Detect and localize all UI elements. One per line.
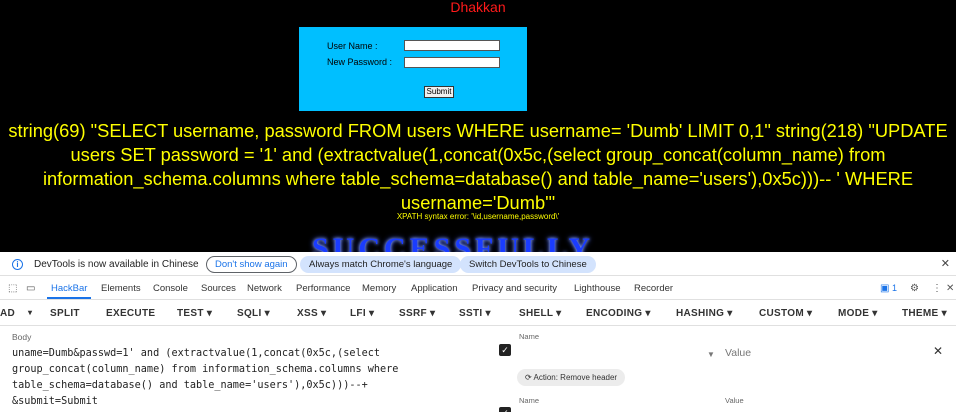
menu-encoding[interactable]: ENCODING ▾ bbox=[586, 308, 651, 319]
submit-button[interactable]: Submit bbox=[424, 86, 454, 98]
menu-sqli[interactable]: SQLI ▾ bbox=[237, 308, 270, 319]
xpath-error-message: XPATH syntax error: '\id,username,passwo… bbox=[396, 212, 560, 221]
tab-performance[interactable]: Performance bbox=[296, 283, 350, 294]
dont-show-again-button[interactable]: Don't show again bbox=[206, 256, 297, 273]
tab-lighthouse[interactable]: Lighthouse bbox=[574, 283, 620, 294]
action-remove-header-label: Action: Remove header bbox=[533, 373, 618, 382]
active-tab-indicator bbox=[47, 297, 91, 299]
close-icon[interactable]: ✕ bbox=[941, 257, 950, 270]
tab-elements[interactable]: Elements bbox=[101, 283, 141, 294]
menu-lfi[interactable]: LFI ▾ bbox=[350, 308, 374, 319]
site-title: Dhakkan bbox=[450, 0, 506, 15]
hackbar-menu: AD ▾ SPLIT EXECUTE TEST ▾ SQLI ▾ XSS ▾ L… bbox=[0, 302, 956, 326]
header-enable-checkbox[interactable]: ✓ bbox=[499, 344, 511, 356]
menu-ssrf[interactable]: SSRF ▾ bbox=[399, 308, 435, 319]
menu-split[interactable]: SPLIT bbox=[50, 308, 80, 319]
menu-hashing[interactable]: HASHING ▾ bbox=[676, 308, 733, 319]
menu-theme[interactable]: THEME ▾ bbox=[902, 308, 947, 319]
tab-sources[interactable]: Sources bbox=[201, 283, 236, 294]
tab-application[interactable]: Application bbox=[411, 283, 457, 294]
new-password-input[interactable] bbox=[404, 57, 500, 68]
menu-shell[interactable]: SHELL ▾ bbox=[519, 308, 562, 319]
always-match-language-button[interactable]: Always match Chrome's language bbox=[300, 256, 462, 273]
tab-memory[interactable]: Memory bbox=[362, 283, 396, 294]
action-remove-header-button[interactable]: ⟳ Action: Remove header bbox=[517, 369, 626, 386]
menu-test[interactable]: TEST ▾ bbox=[177, 308, 212, 319]
info-icon: i bbox=[12, 259, 23, 270]
header-name-label: Name bbox=[519, 332, 540, 341]
name-dropdown-chevron-icon[interactable]: ▼ bbox=[707, 350, 715, 359]
settings-gear-icon[interactable]: ⚙ bbox=[910, 283, 919, 294]
new-password-label: New Password : bbox=[327, 57, 393, 67]
devtools-panel: i DevTools is now available in Chinese D… bbox=[0, 252, 956, 412]
menu-xss[interactable]: XSS ▾ bbox=[297, 308, 326, 319]
header-value-input[interactable]: Value bbox=[725, 347, 751, 359]
switch-to-chinese-button[interactable]: Switch DevTools to Chinese bbox=[460, 256, 596, 273]
username-input[interactable] bbox=[404, 40, 500, 51]
inspect-element-icon[interactable]: ⬚ bbox=[8, 283, 17, 294]
menu-mode[interactable]: MODE ▾ bbox=[838, 308, 878, 319]
menu-custom[interactable]: CUSTOM ▾ bbox=[759, 308, 812, 319]
tab-hackbar[interactable]: HackBar bbox=[51, 283, 87, 294]
sql-debug-output: string(69) "SELECT username, password FR… bbox=[8, 120, 948, 213]
tab-recorder[interactable]: Recorder bbox=[634, 283, 673, 294]
login-form: User Name : New Password : Submit bbox=[299, 27, 527, 111]
success-banner: SUCCESSFULLY bbox=[312, 232, 594, 253]
body-label: Body bbox=[12, 332, 32, 342]
devtools-tab-bar: ⬚ ▭ HackBar Elements Console Sources Net… bbox=[0, 278, 956, 300]
menu-load[interactable]: AD bbox=[0, 308, 15, 319]
header-value-label-2: Value bbox=[725, 396, 744, 405]
language-notice-bar: i DevTools is now available in Chinese D… bbox=[0, 252, 956, 276]
menu-execute[interactable]: EXECUTE bbox=[106, 308, 155, 319]
load-dropdown-chevron-icon[interactable]: ▾ bbox=[28, 308, 32, 317]
close-devtools-icon[interactable]: ✕ bbox=[946, 283, 954, 294]
tab-console[interactable]: Console bbox=[153, 283, 188, 294]
more-options-icon[interactable]: ⋮ bbox=[932, 283, 942, 294]
notice-message: DevTools is now available in Chinese bbox=[34, 259, 199, 270]
tab-network[interactable]: Network bbox=[247, 283, 282, 294]
device-toolbar-icon[interactable]: ▭ bbox=[26, 283, 35, 294]
issues-icon[interactable]: ▣ bbox=[880, 283, 889, 294]
tab-privacy-security[interactable]: Privacy and security bbox=[472, 283, 557, 294]
issues-count: 1 bbox=[892, 283, 898, 293]
username-label: User Name : bbox=[327, 41, 378, 51]
header-name-label-2: Name bbox=[519, 396, 540, 405]
remove-header-icon[interactable]: ✕ bbox=[933, 344, 943, 358]
web-page: Dhakkan User Name : New Password : Submi… bbox=[0, 0, 956, 252]
menu-ssti[interactable]: SSTI ▾ bbox=[459, 308, 491, 319]
body-textarea[interactable]: uname=Dumb&passwd=1' and (extractvalue(1… bbox=[12, 346, 492, 410]
header-enable-checkbox-2[interactable]: ✓ bbox=[499, 407, 511, 412]
